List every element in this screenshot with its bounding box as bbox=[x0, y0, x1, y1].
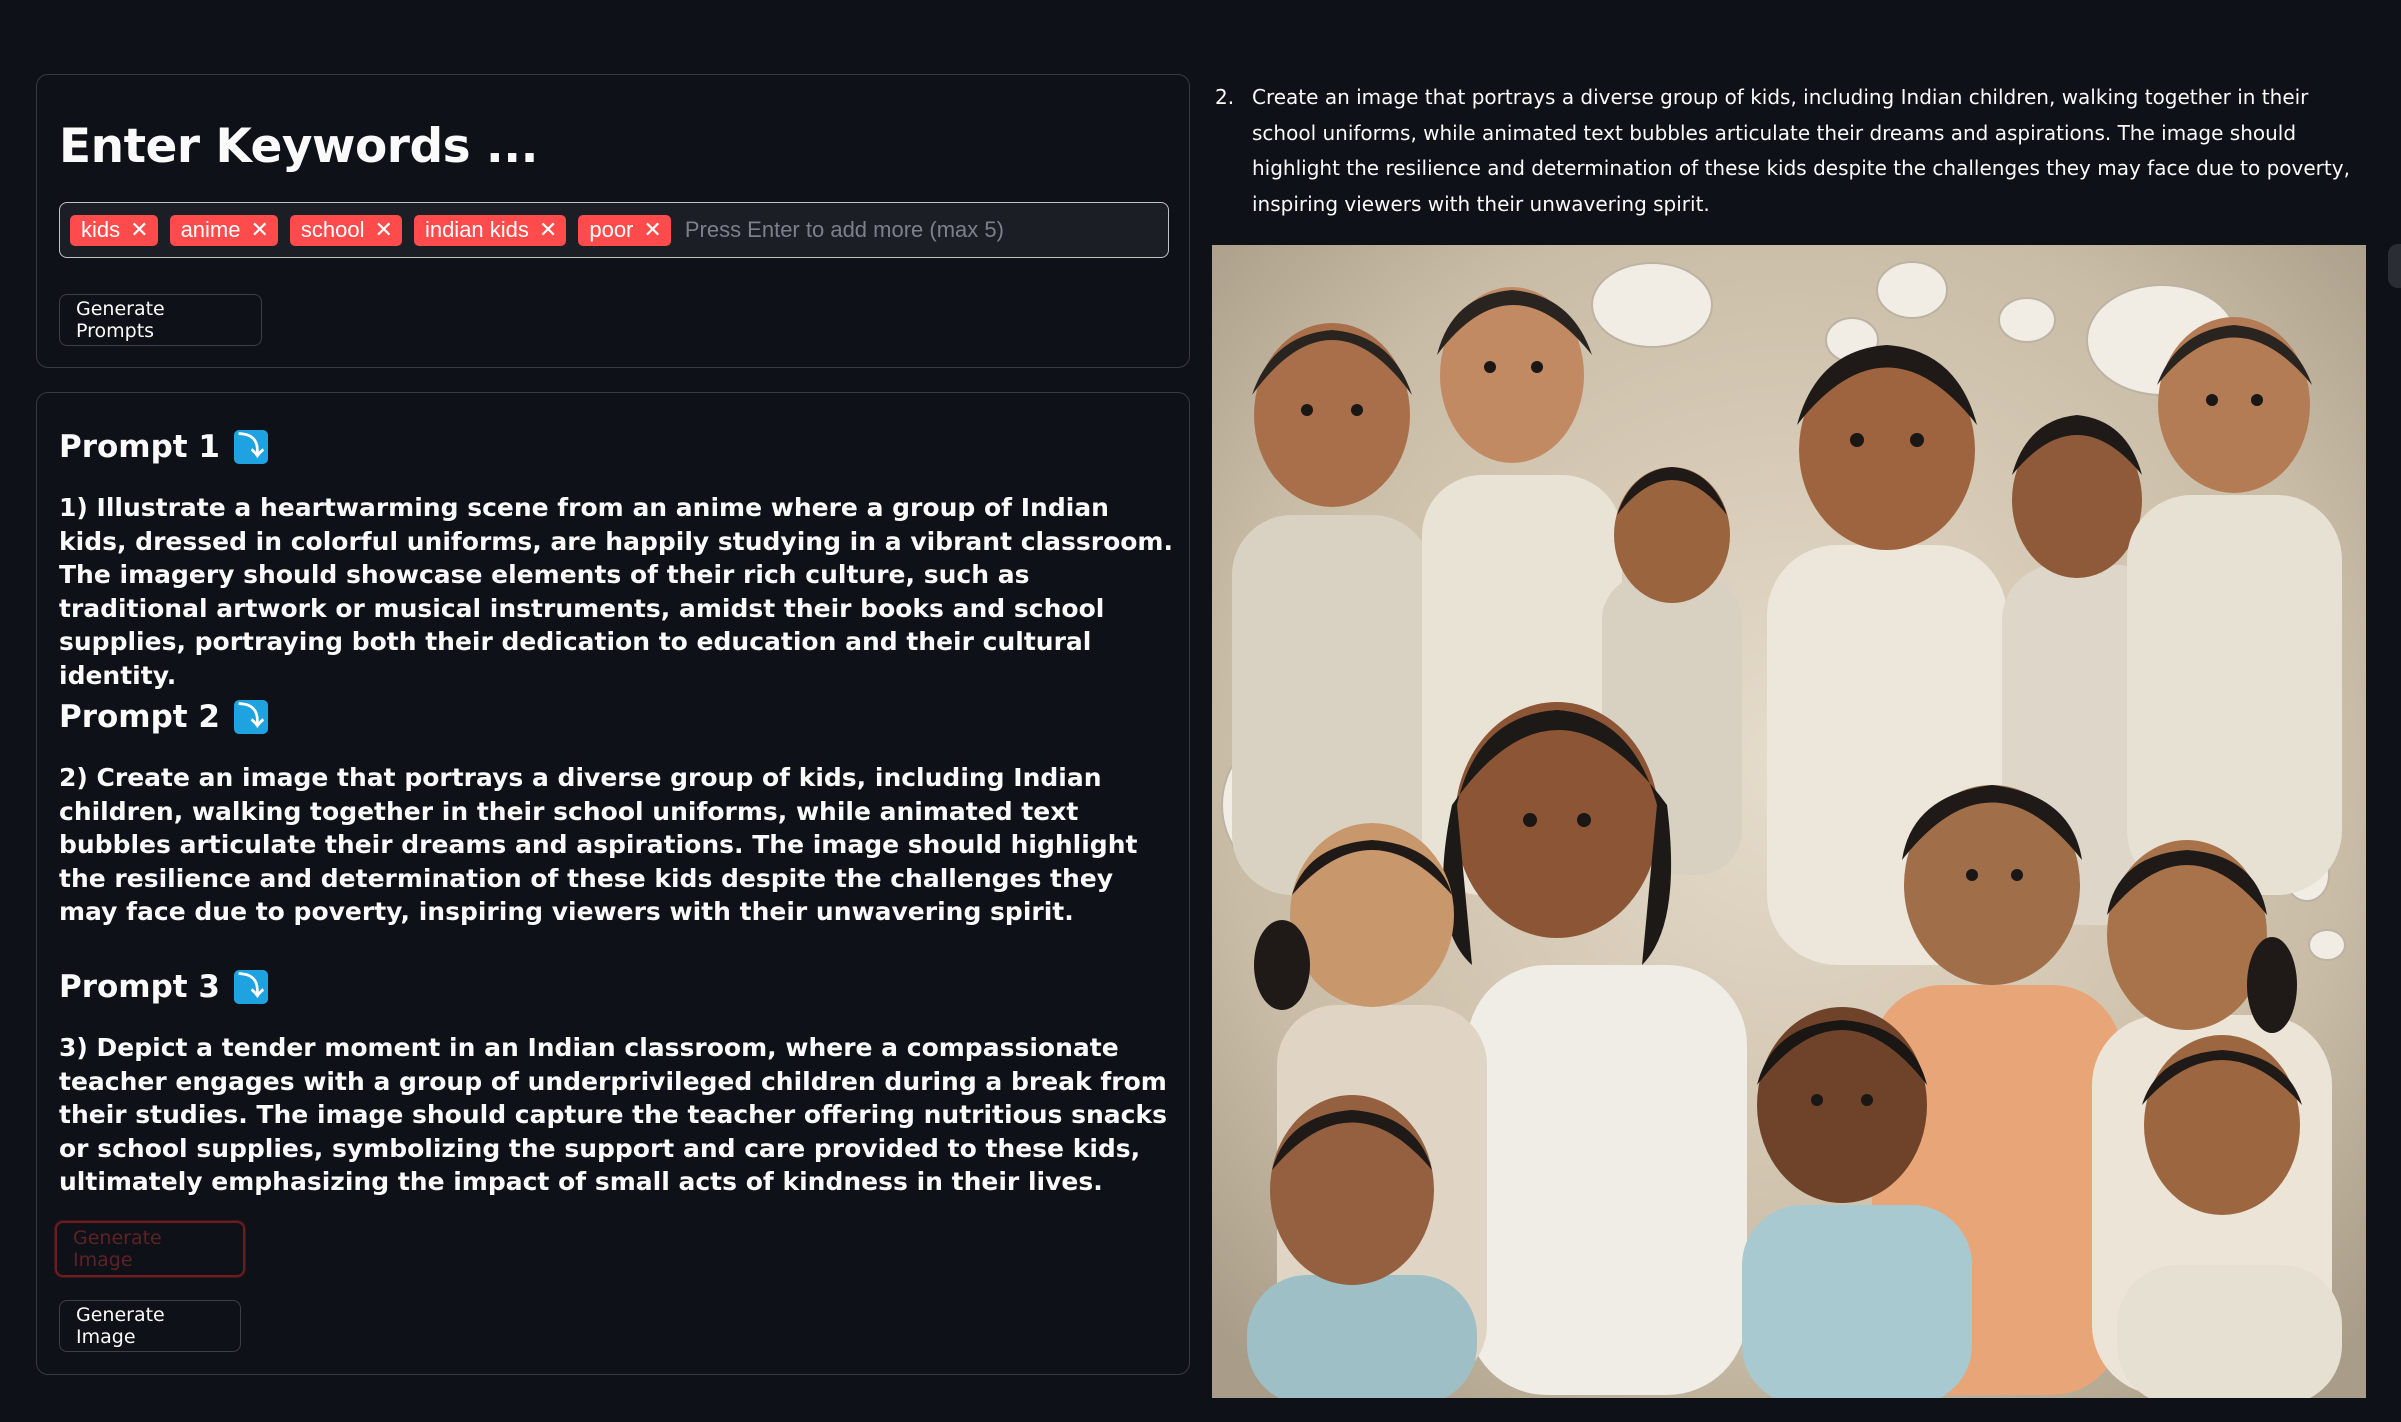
keyword-tag[interactable]: indian kids ✕ bbox=[413, 214, 567, 246]
arrow-down-icon: ⤵ bbox=[233, 970, 268, 1004]
arrow-down-icon: ⤵ bbox=[233, 430, 268, 464]
prompt-3-title: Prompt 3 bbox=[59, 969, 220, 1005]
keywords-title: Enter Keywords ... bbox=[59, 119, 539, 174]
keyword-tag-label: indian kids bbox=[424, 217, 529, 242]
keywords-panel: Enter Keywords ... kids ✕ anime ✕ school… bbox=[36, 74, 1190, 368]
arrow-down-icon: ⤵ bbox=[233, 700, 268, 734]
prompt-1-title: Prompt 1 bbox=[59, 429, 220, 465]
keyword-tag-label: anime bbox=[180, 217, 241, 242]
keyword-entry-input[interactable] bbox=[682, 216, 1158, 244]
keyword-tag[interactable]: anime ✕ bbox=[169, 214, 278, 246]
result-caption: 2. Create an image that portrays a diver… bbox=[1215, 80, 2355, 222]
side-scroll-tab[interactable] bbox=[2388, 244, 2401, 288]
result-caption-text: Create an image that portrays a diverse … bbox=[1252, 85, 2350, 216]
prompt-3-text: 3) Depict a tender moment in an Indian c… bbox=[59, 1033, 1167, 1196]
close-icon[interactable]: ✕ bbox=[539, 219, 557, 241]
generated-illustration bbox=[1212, 245, 2366, 1398]
prompt-1-text: 1) Illustrate a heartwarming scene from … bbox=[59, 493, 1173, 690]
prompt-2-text: 2) Create an image that portrays a diver… bbox=[59, 763, 1138, 926]
generate-prompts-button[interactable]: Generate Prompts bbox=[59, 294, 262, 346]
prompts-panel: Prompt 1 ⤵ 1) Illustrate a heartwarming … bbox=[36, 392, 1190, 1375]
generate-image-button[interactable]: Generate Image bbox=[59, 1300, 241, 1352]
generated-image bbox=[1212, 245, 2366, 1398]
close-icon[interactable]: ✕ bbox=[643, 219, 661, 241]
keyword-tag-label: school bbox=[300, 217, 365, 242]
keyword-tag-label: kids bbox=[81, 217, 121, 242]
prompt-3-heading: Prompt 3 ⤵ bbox=[59, 969, 268, 1005]
keyword-tag[interactable]: kids ✕ bbox=[70, 214, 158, 246]
prompt-2-title: Prompt 2 bbox=[59, 699, 220, 735]
prompt-2-heading: Prompt 2 ⤵ bbox=[59, 699, 268, 735]
keyword-tag[interactable]: school ✕ bbox=[289, 214, 402, 246]
keywords-tag-input[interactable]: kids ✕ anime ✕ school ✕ indian kids ✕ po… bbox=[59, 202, 1169, 258]
result-number: 2. bbox=[1215, 85, 1235, 109]
close-icon[interactable]: ✕ bbox=[250, 219, 268, 241]
close-icon[interactable]: ✕ bbox=[130, 219, 148, 241]
prompt-1-heading: Prompt 1 ⤵ bbox=[59, 429, 268, 465]
generate-image-button-disabled: Generate Image bbox=[55, 1221, 245, 1277]
close-icon[interactable]: ✕ bbox=[375, 219, 393, 241]
keyword-tag[interactable]: poor ✕ bbox=[578, 214, 671, 246]
keyword-tag-label: poor bbox=[589, 217, 634, 242]
